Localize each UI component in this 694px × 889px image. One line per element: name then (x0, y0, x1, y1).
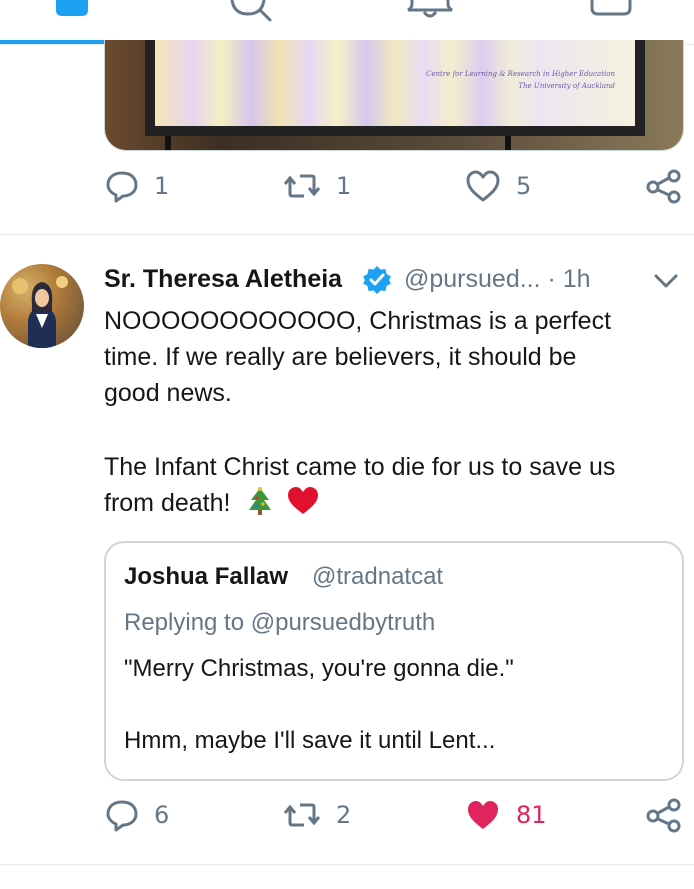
reply-count: 6 (154, 801, 170, 829)
tweet-divider (0, 864, 694, 865)
tweet-actions: 6 2 81 (0, 795, 694, 835)
tweet-text-line-3: good news. (104, 379, 232, 407)
verified-badge-icon (363, 266, 391, 294)
reply-icon (106, 800, 138, 832)
tab-home[interactable] (0, 0, 160, 44)
slide-text-line-1: Centre for Learning & Research in Higher… (426, 70, 615, 78)
quoted-replying-to: Replying to @pursuedbytruth (124, 609, 436, 636)
author-handle: @pursued... · 1h (404, 265, 591, 293)
share-button[interactable] (644, 795, 684, 835)
retweet-count: 1 (336, 172, 352, 200)
search-icon (230, 0, 272, 22)
mail-icon (590, 0, 632, 16)
quoted-author-name: Joshua Fallaw (124, 563, 289, 590)
presentation-slide: Centre for Learning & Research in Higher… (155, 40, 635, 126)
top-nav-bar (0, 0, 694, 45)
retweet-icon (283, 174, 321, 198)
red-heart-emoji (288, 487, 319, 514)
tab-messages[interactable] (530, 0, 690, 44)
share-icon (646, 798, 681, 833)
tweet-text-line-4: The Infant Christ came to die for us to … (104, 453, 616, 481)
prev-tweet-actions: 1 1 5 (0, 166, 694, 206)
like-button[interactable]: 5 (464, 166, 531, 206)
tab-search[interactable] (172, 0, 332, 44)
quoted-text-line-2: Hmm, maybe I'll save it until Lent... (124, 727, 496, 754)
share-button[interactable] (644, 166, 684, 206)
author-name[interactable]: Sr. Theresa Aletheia (104, 262, 342, 296)
heart-icon (466, 170, 500, 202)
tweet-divider (0, 234, 694, 235)
avatar-photo (12, 276, 68, 348)
chevron-down-icon[interactable] (652, 268, 680, 292)
tweet-text-line-1: NOOOOOOOOOOOO, Christmas is a perfect (104, 307, 612, 335)
screen-stand-left (165, 136, 171, 150)
like-count: 81 (516, 801, 547, 829)
home-icon (56, 0, 88, 16)
like-button[interactable]: 81 (464, 795, 547, 835)
screen-stand-right (505, 136, 511, 150)
tab-notifications[interactable] (350, 0, 510, 44)
retweet-icon (283, 803, 321, 827)
tweet-timestamp: · 1h (540, 265, 591, 293)
retweet-count: 2 (336, 801, 352, 829)
reply-button[interactable]: 6 (104, 795, 169, 835)
quoted-tweet-card[interactable]: Joshua Fallaw @tradnatcat Replying to @p… (104, 541, 684, 781)
christmas-tree-emoji (249, 487, 272, 515)
like-count: 5 (516, 172, 532, 200)
share-icon (646, 169, 681, 204)
slide-text-line-2: The University of Auckland (518, 82, 615, 90)
quoted-text-line-1: "Merry Christmas, you're gonna die." (124, 655, 514, 682)
tweet-header: Sr. Theresa Aletheia @pursued... · 1h (104, 262, 684, 296)
reply-count: 1 (154, 172, 170, 200)
tweet-media-image[interactable]: Centre for Learning & Research in Higher… (104, 40, 684, 151)
tweet-text-line-5: from death! (104, 485, 320, 521)
reply-button[interactable]: 1 (104, 166, 169, 206)
tweet-text-line-2: time. If we really are believers, it sho… (104, 343, 577, 371)
reply-icon (106, 171, 138, 203)
retweet-button[interactable]: 2 (282, 795, 351, 835)
projector-screen: Centre for Learning & Research in Higher… (145, 40, 645, 136)
retweet-button[interactable]: 1 (282, 166, 351, 206)
avatar[interactable] (0, 264, 84, 348)
bell-icon (407, 0, 453, 18)
quoted-author-handle: @tradnatcat (312, 563, 444, 590)
heart-filled-icon (468, 801, 498, 829)
